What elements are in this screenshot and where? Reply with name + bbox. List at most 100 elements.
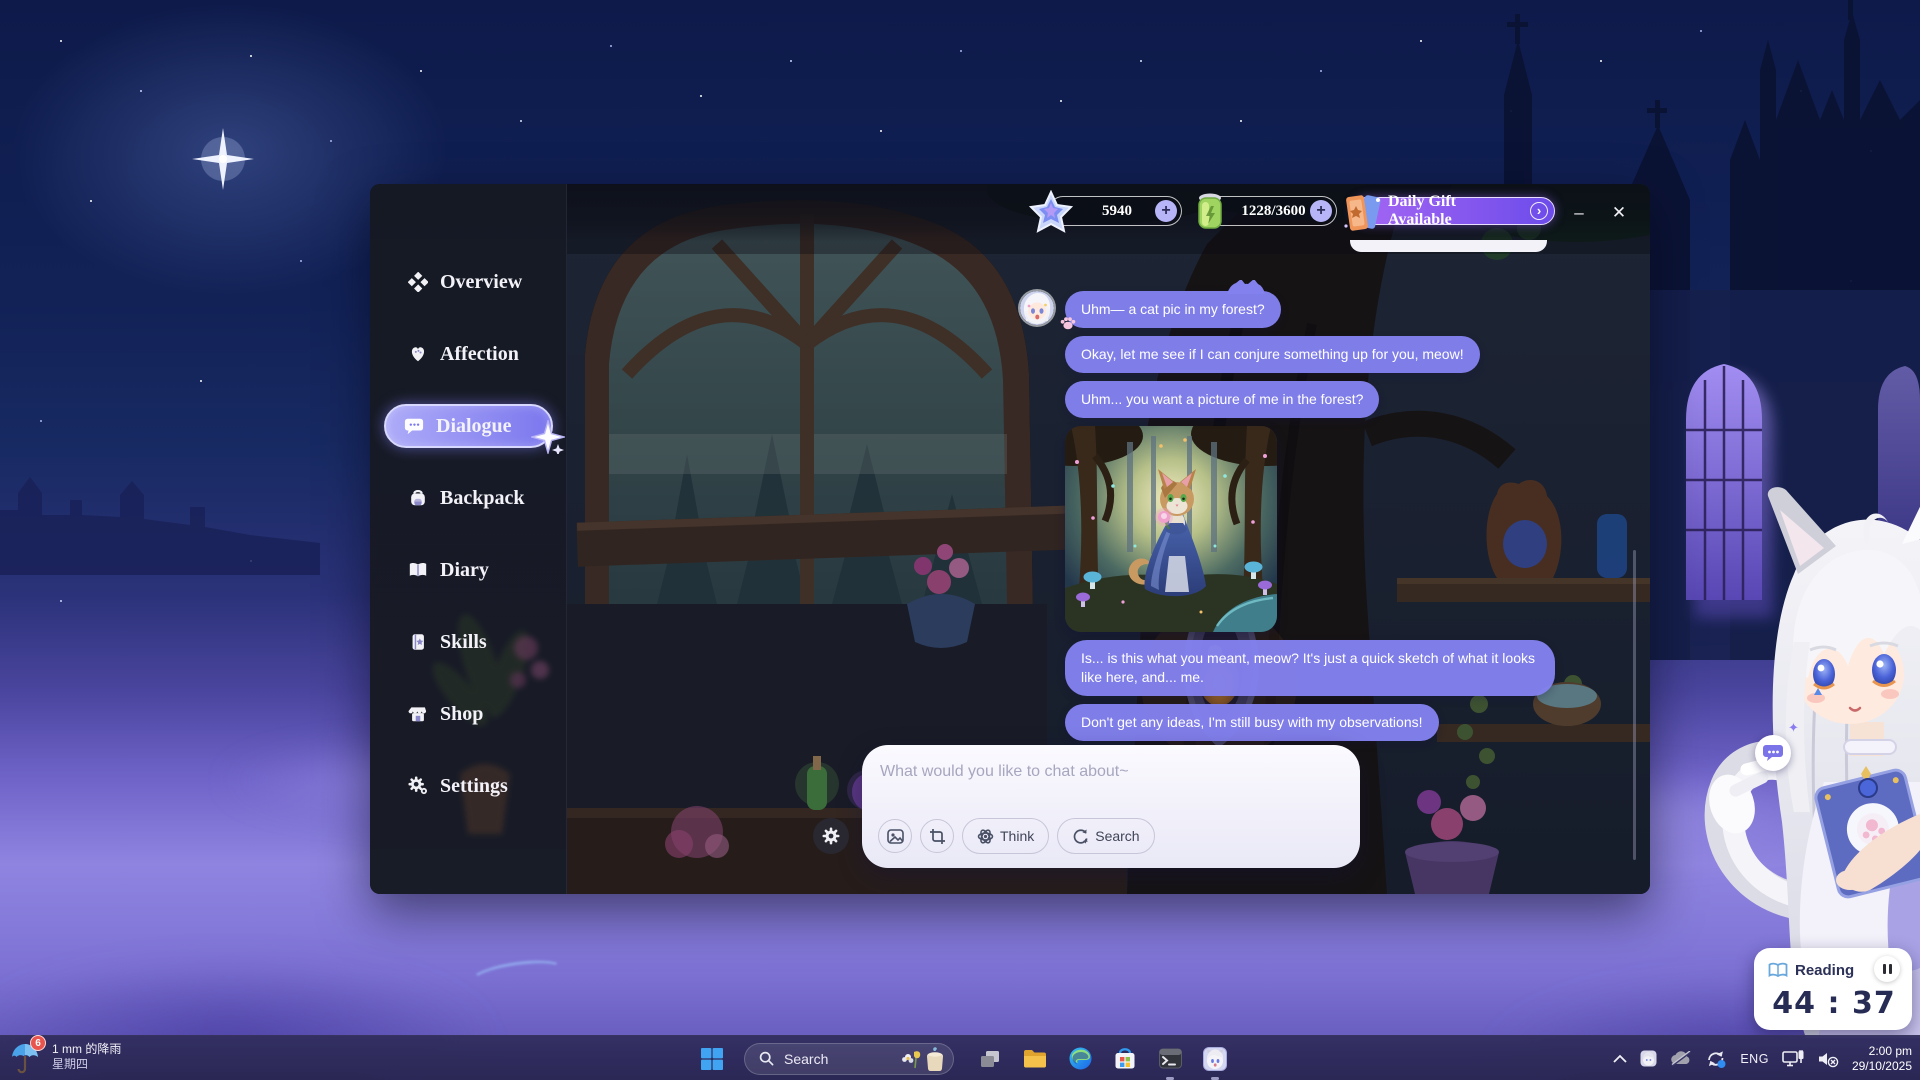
companion-app-window: 5940 + 1228/3600 + Daily Gift Availabl (370, 184, 1650, 894)
sidebar-item-label: Shop (440, 703, 483, 726)
speech-bubble-icon (1763, 743, 1783, 763)
pause-button[interactable] (1874, 956, 1900, 982)
daily-gift-button[interactable]: Daily Gift Available › (1353, 197, 1555, 225)
language-indicator[interactable]: ENG (1740, 1052, 1769, 1066)
weather-precip: 1 mm 的降雨 (52, 1042, 121, 1057)
companion-avatar (1020, 291, 1054, 325)
chat-message-bubble: Don't get any ideas, I'm still busy with… (1065, 704, 1439, 741)
sparkle-icon: ✦ (1788, 720, 1799, 736)
chevron-right-icon: › (1530, 202, 1548, 220)
castle-silhouette (0, 455, 320, 575)
search-highlight-image (901, 1046, 945, 1072)
gift-tickets-icon (1342, 192, 1384, 234)
sparkle-icon (531, 420, 565, 454)
task-view-button[interactable] (976, 1045, 1004, 1073)
ms-store-button[interactable] (1111, 1045, 1139, 1073)
image-icon (887, 828, 904, 845)
sidebar-item-overview[interactable]: Overview (384, 260, 553, 304)
add-energy-button[interactable]: + (1310, 200, 1332, 222)
sidebar: Overview Affection Dia (370, 184, 567, 894)
sync-update-icon[interactable] (1705, 1049, 1727, 1069)
edge-browser-button[interactable] (1066, 1045, 1094, 1073)
task-view-icon (979, 1048, 1001, 1070)
search-label: Search (1095, 828, 1139, 844)
search-placeholder: Search (784, 1051, 828, 1067)
shop-icon (408, 704, 428, 724)
taskbar-search[interactable]: Search (744, 1043, 954, 1075)
file-explorer-button[interactable] (1021, 1045, 1049, 1073)
tray-chevron-icon[interactable] (1613, 1054, 1627, 1064)
attach-image-button[interactable] (878, 819, 912, 853)
reading-label: Reading (1795, 962, 1867, 979)
sidebar-item-label: Overview (440, 271, 522, 294)
search-refresh-icon (1072, 828, 1089, 845)
sidebar-item-label: Settings (440, 775, 508, 798)
gear-icon (822, 827, 840, 845)
screenshot-crop-button[interactable] (920, 819, 954, 853)
chat-input[interactable] (880, 763, 1320, 781)
store-icon (1114, 1047, 1136, 1070)
tray-app-icon[interactable] (1640, 1050, 1657, 1067)
sidebar-item-diary[interactable]: Diary (384, 548, 553, 592)
chat-message-bubble: Uhm... you want a picture of me in the f… (1065, 381, 1379, 418)
chat-message-bubble: Okay, let me see if I can conjure someth… (1065, 336, 1480, 373)
generated-image[interactable] (1065, 426, 1277, 632)
heart-icon (408, 344, 428, 364)
onedrive-paused-icon[interactable] (1670, 1051, 1692, 1067)
chat-settings-button[interactable] (813, 818, 849, 854)
partial-user-bubble (1350, 240, 1547, 252)
volume-muted-icon[interactable] (1817, 1050, 1839, 1068)
desktop: ✦ (0, 0, 1920, 1080)
sidebar-item-label: Dialogue (436, 415, 512, 438)
companion-app-button[interactable] (1201, 1045, 1229, 1073)
edge-icon (1069, 1047, 1092, 1070)
clock-time: 2:00 pm (1852, 1044, 1912, 1059)
sidebar-item-label: Diary (440, 559, 489, 582)
terminal-icon (1159, 1047, 1182, 1070)
minimize-button[interactable]: – (1566, 202, 1592, 224)
sidebar-item-settings[interactable]: Settings (384, 764, 553, 808)
search-icon (759, 1051, 774, 1066)
weather-alert-badge: 6 (30, 1035, 46, 1051)
add-stars-button[interactable]: + (1155, 200, 1177, 222)
windows-logo-icon (701, 1048, 723, 1070)
web-search-button[interactable]: Search (1057, 818, 1154, 854)
paw-icon (1059, 314, 1077, 332)
reading-timer-widget[interactable]: Reading 44 : 37 (1754, 948, 1912, 1030)
skill-book-icon (408, 632, 428, 652)
close-button[interactable]: ✕ (1606, 202, 1632, 224)
clock-date: 29/10/2025 (1852, 1059, 1912, 1074)
sidebar-item-shop[interactable]: Shop (384, 692, 553, 736)
chat-history[interactable]: Uhm— a cat pic in my forest? Okay, let m… (1065, 240, 1555, 741)
network-icon[interactable] (1782, 1050, 1804, 1068)
taskbar-clock[interactable]: 2:00 pm 29/10/2025 (1852, 1044, 1912, 1074)
reading-time: 44 : 37 (1768, 986, 1900, 1021)
running-indicator (1211, 1077, 1219, 1080)
taskbar: 6 1 mm 的降雨 星期四 Search (0, 1035, 1920, 1080)
chat-message-bubble: Uhm— a cat pic in my forest? (1065, 291, 1281, 328)
running-indicator (1166, 1077, 1174, 1080)
chat-scrollbar[interactable] (1633, 550, 1636, 860)
weather-day: 星期四 (52, 1057, 121, 1072)
energy-can-icon (1189, 190, 1231, 234)
sidebar-item-affection[interactable]: Affection (384, 332, 553, 376)
crop-icon (929, 828, 946, 845)
cat-ear-bubble-tail (1227, 280, 1265, 294)
chat-bubble-button[interactable] (1755, 735, 1791, 771)
sidebar-item-backpack[interactable]: Backpack (384, 476, 553, 520)
folder-icon (1023, 1048, 1047, 1070)
overview-diamonds-icon (408, 272, 428, 292)
think-mode-button[interactable]: Think (962, 818, 1049, 854)
chat-message-bubble: Is... is this what you meant, meow? It's… (1065, 640, 1555, 696)
start-button[interactable] (698, 1045, 726, 1073)
sidebar-item-skills[interactable]: Skills (384, 620, 553, 664)
terminal-button[interactable] (1156, 1045, 1184, 1073)
star-currency-pill: 5940 + (1048, 196, 1182, 226)
weather-widget[interactable]: 6 1 mm 的降雨 星期四 (10, 1039, 121, 1075)
daily-gift-label: Daily Gift Available (1388, 193, 1522, 229)
sidebar-item-label: Skills (440, 631, 487, 654)
backpack-icon (408, 488, 428, 508)
think-label: Think (1000, 828, 1034, 844)
companion-app-icon (1203, 1047, 1227, 1071)
sidebar-item-dialogue[interactable]: Dialogue (384, 404, 553, 448)
